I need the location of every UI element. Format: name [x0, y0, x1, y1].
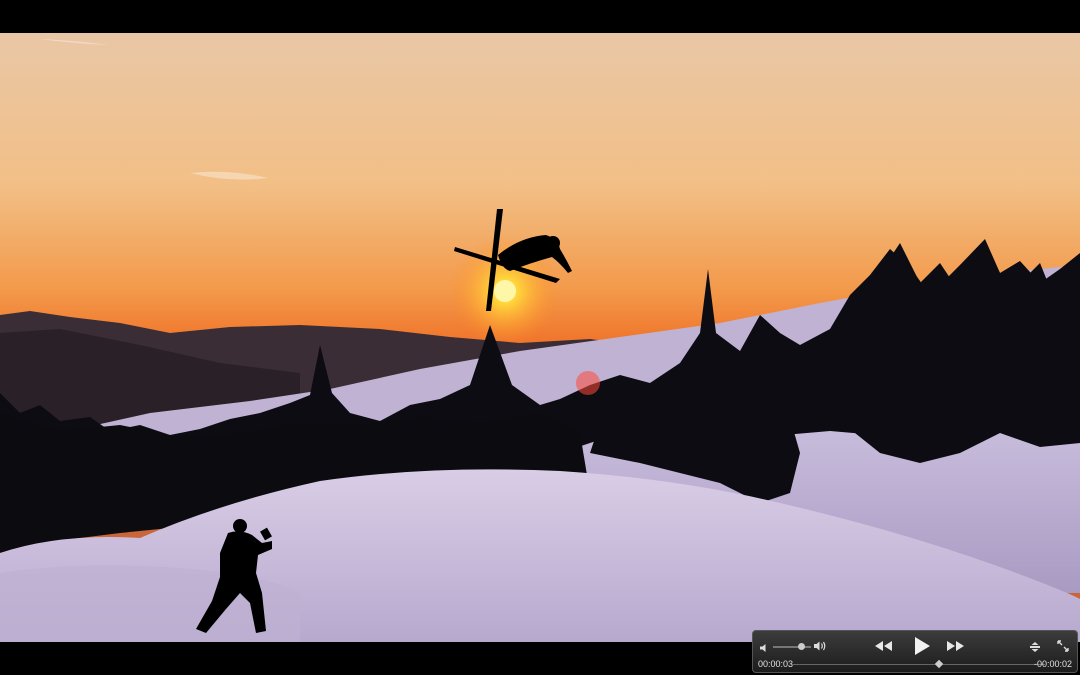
- remaining-time: -00:00:02: [1033, 659, 1072, 669]
- scrubber-track[interactable]: [793, 664, 1045, 665]
- rewind-icon[interactable]: [873, 639, 893, 658]
- resize-icon[interactable]: [1056, 639, 1070, 658]
- video-controls: 00:00:03 -00:00:02: [752, 630, 1078, 673]
- fast-forward-icon[interactable]: [946, 639, 966, 658]
- volume-knob[interactable]: [798, 643, 805, 650]
- play-icon[interactable]: [913, 636, 931, 661]
- video-frame[interactable]: [0, 33, 1080, 642]
- video-scene: [0, 33, 1080, 642]
- elapsed-time: 00:00:03: [758, 659, 794, 669]
- letterbox-top: [0, 0, 1080, 33]
- speaker-high-icon[interactable]: [813, 639, 827, 657]
- chapter-menu-icon[interactable]: [1029, 640, 1041, 658]
- volume-slider[interactable]: [773, 646, 811, 648]
- speaker-low-icon[interactable]: [759, 640, 769, 658]
- scrubber-playhead[interactable]: [934, 659, 944, 669]
